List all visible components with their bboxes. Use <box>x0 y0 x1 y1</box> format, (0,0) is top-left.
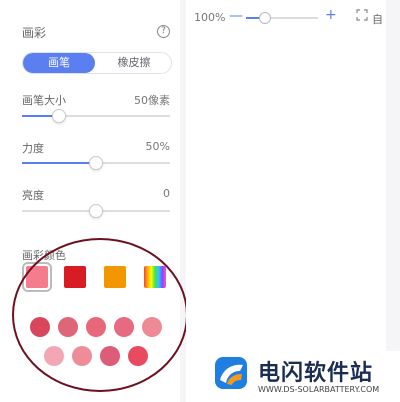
brush-size-label: 画笔大小 <box>22 94 66 107</box>
brush-settings-panel: 画彩 ? 画笔 橡皮擦 画笔大小 50像素 力度 50% 亮度 0 画彩颜色 <box>0 0 188 402</box>
brightness-slider[interactable] <box>22 204 170 218</box>
color-dot[interactable] <box>114 317 134 337</box>
watermark-title: 电闪软件站 <box>258 361 374 386</box>
zoom-thumb[interactable] <box>259 12 271 24</box>
zoom-in-button[interactable]: + <box>325 7 337 23</box>
drawing-canvas[interactable] <box>186 0 386 402</box>
swatch-pink[interactable] <box>22 262 52 292</box>
color-dot[interactable] <box>30 317 50 337</box>
color-dot[interactable] <box>100 346 120 366</box>
color-dot[interactable] <box>142 317 162 337</box>
tab-brush[interactable]: 画笔 <box>23 53 95 73</box>
brightness-thumb[interactable] <box>89 204 103 218</box>
watermark: 电闪软件站 WWW.DS-SOLARBATTERY.COM <box>200 351 400 402</box>
strength-fill <box>22 162 96 164</box>
color-dot[interactable] <box>86 317 106 337</box>
brush-size-value: 50像素 <box>134 94 170 107</box>
color-section-title: 画彩颜色 <box>22 249 66 262</box>
panel-title: 画彩 <box>22 26 47 40</box>
watermark-url: WWW.DS-SOLARBATTERY.COM <box>258 385 380 394</box>
color-dot[interactable] <box>44 346 64 366</box>
strength-label: 力度 <box>22 142 44 155</box>
swatch-rainbow[interactable] <box>144 266 166 288</box>
strength-thumb[interactable] <box>89 156 103 170</box>
strength-slider[interactable] <box>22 156 170 170</box>
brush-size-thumb[interactable] <box>52 109 66 123</box>
brightness-label: 亮度 <box>22 189 44 202</box>
brush-size-slider[interactable] <box>22 109 170 123</box>
fit-label[interactable]: 自 <box>372 11 383 27</box>
help-icon[interactable]: ? <box>157 25 170 38</box>
zoom-percentage: 100% <box>194 11 226 24</box>
swatch-orange[interactable] <box>104 266 126 288</box>
color-dot[interactable] <box>128 346 148 366</box>
color-dot[interactable] <box>72 346 92 366</box>
color-dot[interactable] <box>58 317 78 337</box>
zoom-slider[interactable] <box>246 12 318 24</box>
fit-screen-icon[interactable] <box>356 9 368 21</box>
tool-switch: 画笔 橡皮擦 <box>22 52 172 74</box>
swatch-red[interactable] <box>64 266 86 288</box>
logo-mark-icon <box>215 357 247 389</box>
tab-eraser[interactable]: 橡皮擦 <box>97 53 171 73</box>
strength-value: 50% <box>145 140 170 153</box>
brightness-value: 0 <box>163 187 170 200</box>
zoom-out-button[interactable]: — <box>229 8 243 24</box>
